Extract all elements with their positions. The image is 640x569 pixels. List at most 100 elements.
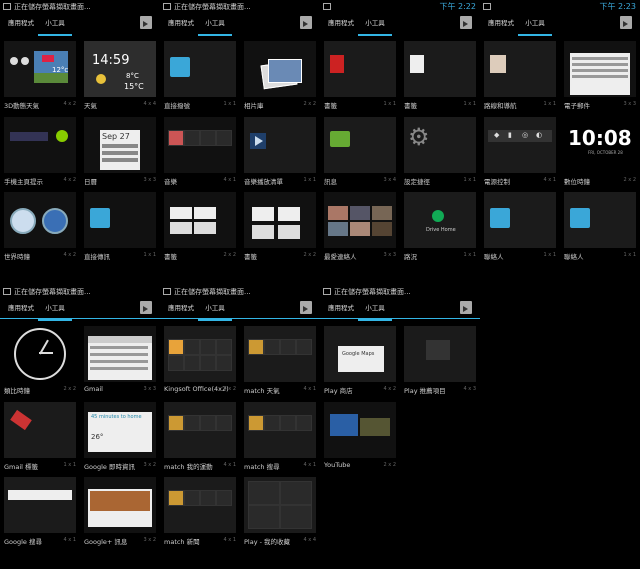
widget-label: 3D動態天氣 (4, 102, 40, 110)
widget-panel-2: 正在儲存螢幕擷取畫面... 應用程式 小工具 直接撥號 1 x 1 相片庫 2 … (160, 0, 320, 284)
play-store-icon[interactable] (460, 16, 472, 29)
widget-size: 1 x 1 (303, 177, 317, 183)
tab-apps[interactable]: 應用程式 (324, 299, 358, 319)
widget-label: 聯絡人 (564, 253, 584, 261)
sun-icon (96, 74, 106, 84)
widget-preview (244, 41, 316, 97)
google-now-temp: 26° (91, 433, 104, 441)
widget-size: 4 x 2 (63, 101, 77, 107)
widget-label: Play 商店 (324, 387, 353, 395)
tab-bar: 應用程式 小工具 (0, 14, 160, 36)
widget-size: 4 x 4 (303, 537, 317, 543)
widget-size: 1 x 1 (463, 252, 477, 258)
tab-apps[interactable]: 應用程式 (4, 299, 38, 319)
widget-preview (84, 477, 156, 533)
widget-preview: 14:59 8°C 15°C (84, 41, 156, 97)
widget-panel-7: 正在儲存螢幕擷取畫面... 應用程式 小工具 Google Maps Play … (320, 285, 480, 569)
widget-size: 1 x 1 (383, 101, 397, 107)
widget-label: 書籤 (244, 253, 257, 261)
google-now-card: 45 minutes to home 26° (88, 412, 152, 452)
widget-label: 最愛連絡人 (324, 253, 357, 261)
status-bar: 正在儲存螢幕擷取畫面... (160, 0, 320, 14)
widget-preview (164, 117, 236, 173)
widget-preview: Sep 27 (84, 117, 156, 173)
play-store-icon[interactable] (140, 16, 152, 29)
widget-label: 相片庫 (244, 102, 264, 110)
widget-size: 1 x 1 (463, 177, 477, 183)
map-pin-icon (490, 55, 506, 73)
video-thumb (360, 418, 390, 436)
tab-apps[interactable]: 應用程式 (324, 14, 358, 34)
widget-size: 1 x 1 (223, 101, 237, 107)
widget-label: 直接撥號 (164, 102, 190, 110)
widget-preview: 10:08 FRI, OCTOBER 28 (564, 117, 636, 173)
widget-panel-5: 正在儲存螢幕擷取畫面... 應用程式 小工具 類比時鐘 2 x 2 Gmail … (0, 285, 160, 569)
match-icon (248, 339, 264, 355)
bookmark-icon (410, 55, 424, 73)
bag-icon (426, 340, 450, 360)
widget-size: 3 x 3 (383, 252, 397, 258)
widget-preview (324, 117, 396, 173)
widget-label: 設定捷徑 (404, 178, 430, 186)
bluetooth-icon: ▮ (508, 131, 512, 139)
maps-app-card: Google Maps (338, 346, 384, 372)
weather-time: 14:59 (92, 53, 130, 68)
play-store-icon[interactable] (460, 301, 472, 314)
play-icon (250, 133, 266, 149)
play-store-icon[interactable] (300, 301, 312, 314)
widget-label: Kingsoft Office(4x2) (164, 385, 229, 393)
widget-label: match 新聞 (164, 538, 200, 546)
widget-preview (484, 41, 556, 97)
widget-label: Google+ 訊息 (84, 538, 128, 546)
screenshot-notification-icon (3, 3, 11, 10)
widget-preview (244, 402, 316, 458)
clock-icon (10, 208, 36, 234)
tab-bar: 應用程式 小工具 (320, 299, 480, 321)
widget-label: 音樂播放清單 (244, 178, 283, 186)
tab-widgets[interactable]: 小工具 (518, 14, 552, 36)
widget-preview (4, 117, 76, 173)
tab-apps[interactable]: 應用程式 (164, 299, 198, 319)
widget-size: 3 x 3 (143, 386, 157, 392)
widget-size: 4 x 1 (303, 462, 317, 468)
status-notification-text: 正在儲存螢幕擷取畫面... (14, 3, 91, 11)
contact-icon (170, 57, 190, 77)
status-bar: 正在儲存螢幕擷取畫面... (0, 285, 160, 299)
drive-home-text: Drive Home (426, 227, 456, 233)
album-art-icon (168, 130, 184, 146)
widget-size: 4 x 1 (223, 177, 237, 183)
tab-bar: 應用程式 小工具 (480, 14, 640, 36)
widget-size: 3 x 3 (143, 177, 157, 183)
widget-preview (244, 192, 316, 248)
widget-size: 1 x 1 (623, 252, 637, 258)
tab-bar: 應用程式 小工具 (160, 14, 320, 36)
calendar-card: Sep 27 (100, 130, 140, 170)
play-store-icon[interactable] (620, 16, 632, 29)
widget-label: match 搜尋 (244, 463, 280, 471)
widget-size: 4 x 1 (543, 177, 557, 183)
tab-apps[interactable]: 應用程式 (4, 14, 38, 34)
play-store-icon[interactable] (140, 301, 152, 314)
contact-icon (490, 208, 510, 228)
widget-label: 世界時鐘 (4, 253, 30, 261)
analog-clock-icon (14, 328, 66, 380)
widget-size: 1 x 1 (143, 252, 157, 258)
calendar-date: Sep 27 (102, 132, 130, 141)
sync-icon: ◐ (536, 131, 543, 139)
android-icon (56, 130, 68, 142)
screenshot-notification-icon (3, 288, 11, 295)
tab-widgets[interactable]: 小工具 (198, 14, 232, 36)
widget-preview (324, 402, 396, 458)
widget-preview: ◆ ▮ ◎ ◐ (484, 117, 556, 173)
tab-apps[interactable]: 應用程式 (484, 14, 518, 34)
tab-apps[interactable]: 應用程式 (164, 14, 198, 34)
tab-widgets[interactable]: 小工具 (38, 14, 72, 36)
widget-label: 聯絡人 (484, 253, 504, 261)
play-store-icon[interactable] (300, 16, 312, 29)
tab-widgets[interactable]: 小工具 (358, 14, 392, 36)
widget-label: Play 推薦項目 (404, 387, 446, 395)
message-icon (330, 131, 350, 147)
widget-label: 書籤 (164, 253, 177, 261)
digital-clock-time: 10:08 (568, 126, 632, 150)
bookmark-icon (330, 55, 344, 73)
